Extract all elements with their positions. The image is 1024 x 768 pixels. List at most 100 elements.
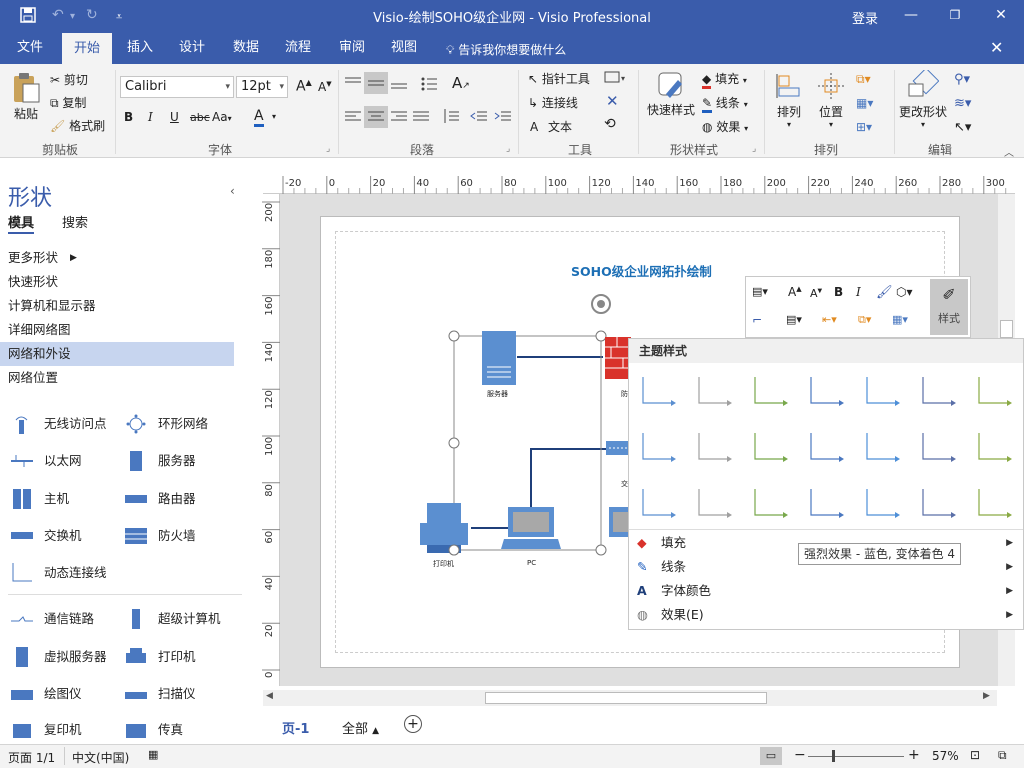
effects-button[interactable]: ◍ 效果 ▾	[702, 118, 748, 135]
macro-record-icon[interactable]: ▦	[148, 748, 158, 761]
style-swatch[interactable]	[698, 489, 732, 518]
align-top-button[interactable]	[344, 76, 362, 93]
pc-shape-2[interactable]	[609, 507, 629, 537]
tab-stencils[interactable]: 模具	[8, 212, 34, 231]
underline-button[interactable]: U	[170, 110, 179, 124]
dialog-launcher-icon[interactable]: ⌟	[752, 144, 756, 154]
menu-effects[interactable]: ◍ 效果(E) ▶	[629, 603, 1023, 627]
nav-quick-shapes[interactable]: 快速形状	[0, 270, 234, 294]
decrease-indent-button[interactable]	[470, 108, 488, 127]
restore-button[interactable]: ❐	[942, 4, 968, 26]
position-icon[interactable]: ▦▾	[892, 313, 908, 326]
align-icon[interactable]: ▤▾	[786, 313, 802, 326]
ribbon-close-icon[interactable]: ✕	[990, 38, 1003, 57]
grow-font-button[interactable]: A▲	[788, 285, 802, 299]
paste-button[interactable]: 粘贴	[8, 72, 44, 122]
rotate-handle-icon[interactable]	[591, 294, 611, 314]
change-shape-button[interactable]: 更改形状 ▾	[898, 67, 948, 129]
page-tab-1[interactable]: 页-1	[282, 718, 309, 737]
connection-point-icon[interactable]: ✕	[606, 92, 619, 110]
style-swatch[interactable]	[754, 377, 788, 406]
align-bottom-button[interactable]	[390, 76, 408, 93]
group-icon[interactable]: ⧉▾	[858, 313, 871, 327]
style-button[interactable]: ✐ 样式	[930, 279, 968, 335]
selection-handle[interactable]	[595, 544, 607, 556]
nav-network-peripherals[interactable]: 网络和外设	[0, 342, 234, 366]
align-left-button[interactable]	[344, 110, 362, 127]
italic-button[interactable]: I	[148, 110, 153, 124]
collapse-ribbon-icon[interactable]: ︿	[1004, 144, 1014, 159]
style-swatch[interactable]	[810, 489, 844, 518]
style-swatch[interactable]	[698, 433, 732, 462]
printer-shape[interactable]	[420, 503, 468, 553]
style-swatch[interactable]	[642, 433, 676, 462]
change-case-button[interactable]: Aa▾	[212, 110, 232, 124]
nav-detailed-network[interactable]: 详细网络图	[0, 318, 234, 342]
presentation-mode-icon[interactable]: ▭	[760, 747, 782, 765]
horizontal-scrollbar[interactable]: ◀ ▶	[263, 690, 997, 706]
text-direction-button[interactable]: A↗	[452, 74, 470, 92]
format-painter-button[interactable]: 🖌︎ 格式刷	[50, 117, 105, 134]
tab-insert[interactable]: 插入	[118, 32, 162, 64]
bullets-button[interactable]	[420, 76, 438, 95]
shape-fill-icon[interactable]: ⬡▾	[896, 285, 913, 299]
line-spacing-button[interactable]	[442, 108, 460, 127]
minimize-button[interactable]: —	[898, 4, 924, 26]
collapse-panel-icon[interactable]: ‹	[230, 184, 235, 198]
nav-more-shapes[interactable]: 更多形状 ▶	[0, 246, 234, 270]
rectangle-tool-button[interactable]: ▾	[604, 70, 628, 87]
horizontal-scroll-thumb[interactable]	[485, 692, 767, 704]
shrink-font-button[interactable]: A▼	[810, 287, 822, 300]
style-swatch[interactable]	[922, 377, 956, 406]
grow-font-button[interactable]: A▲	[296, 78, 312, 95]
pointer-tool-button[interactable]: ↖ 指针工具	[528, 70, 590, 87]
zoom-out-icon[interactable]: −	[794, 747, 806, 763]
fill-button[interactable]: ◆ 填充 ▾	[702, 70, 747, 89]
align-shapes-icon[interactable]: ▦▾	[856, 96, 873, 110]
chevron-down-icon[interactable]: ▾	[272, 112, 276, 121]
style-swatch[interactable]	[866, 433, 900, 462]
find-icon[interactable]: ⚲▾	[954, 72, 970, 87]
page-indicator[interactable]: 页面 1/1	[8, 749, 55, 766]
format-painter-icon[interactable]: 🖌︎	[876, 285, 893, 300]
tab-view[interactable]: 视图	[382, 32, 426, 64]
strikethrough-button[interactable]: abc	[190, 111, 210, 124]
zoom-level[interactable]: 57%	[932, 749, 959, 763]
line-button[interactable]: ✎ 线条 ▾	[702, 94, 748, 113]
cut-button[interactable]: ✂ 剪切	[50, 71, 88, 88]
style-swatch[interactable]	[810, 433, 844, 462]
select-icon[interactable]: ↖▾	[954, 120, 971, 135]
style-swatch[interactable]	[642, 489, 676, 518]
scroll-left-icon[interactable]: ◀	[266, 691, 273, 701]
tell-me-box[interactable]: 💡︎ 告诉我你想要做什么	[446, 41, 566, 58]
align-right-button[interactable]	[390, 110, 408, 127]
add-page-icon[interactable]: +	[404, 715, 422, 733]
font-color-button[interactable]: A	[254, 108, 264, 127]
server-shape[interactable]	[482, 331, 516, 385]
all-pages-button[interactable]: 全部 ▲	[342, 718, 379, 737]
login-link[interactable]: 登录	[852, 8, 878, 27]
dialog-launcher-icon[interactable]: ⌟	[506, 144, 510, 154]
text-tool-button[interactable]: A 文本	[530, 118, 572, 135]
tab-design[interactable]: 设计	[170, 32, 214, 64]
language-indicator[interactable]: 中文(中国)	[72, 749, 129, 766]
copy-button[interactable]: ⧉ 复制	[50, 94, 86, 111]
crop-tool-icon[interactable]: ⟲	[604, 116, 616, 132]
align-middle-button[interactable]	[364, 72, 388, 94]
vertical-scroll-thumb[interactable]	[1000, 320, 1013, 338]
style-swatch[interactable]	[866, 377, 900, 406]
style-swatch[interactable]	[754, 433, 788, 462]
increase-indent-button[interactable]	[494, 108, 512, 127]
tab-process[interactable]: 流程	[276, 32, 320, 64]
style-swatch[interactable]	[754, 489, 788, 518]
distribute-shapes-icon[interactable]: ⊞▾	[856, 120, 872, 134]
tab-search[interactable]: 搜索	[62, 212, 88, 231]
zoom-slider-thumb[interactable]	[832, 750, 835, 762]
quick-styles-button[interactable]: 快速样式	[644, 70, 698, 118]
style-swatch[interactable]	[866, 489, 900, 518]
style-swatch[interactable]	[922, 489, 956, 518]
tab-review[interactable]: 审阅	[330, 32, 374, 64]
bold-button[interactable]: B	[124, 110, 133, 124]
zoom-in-icon[interactable]: +	[908, 747, 920, 763]
selection-handle[interactable]	[448, 330, 460, 342]
